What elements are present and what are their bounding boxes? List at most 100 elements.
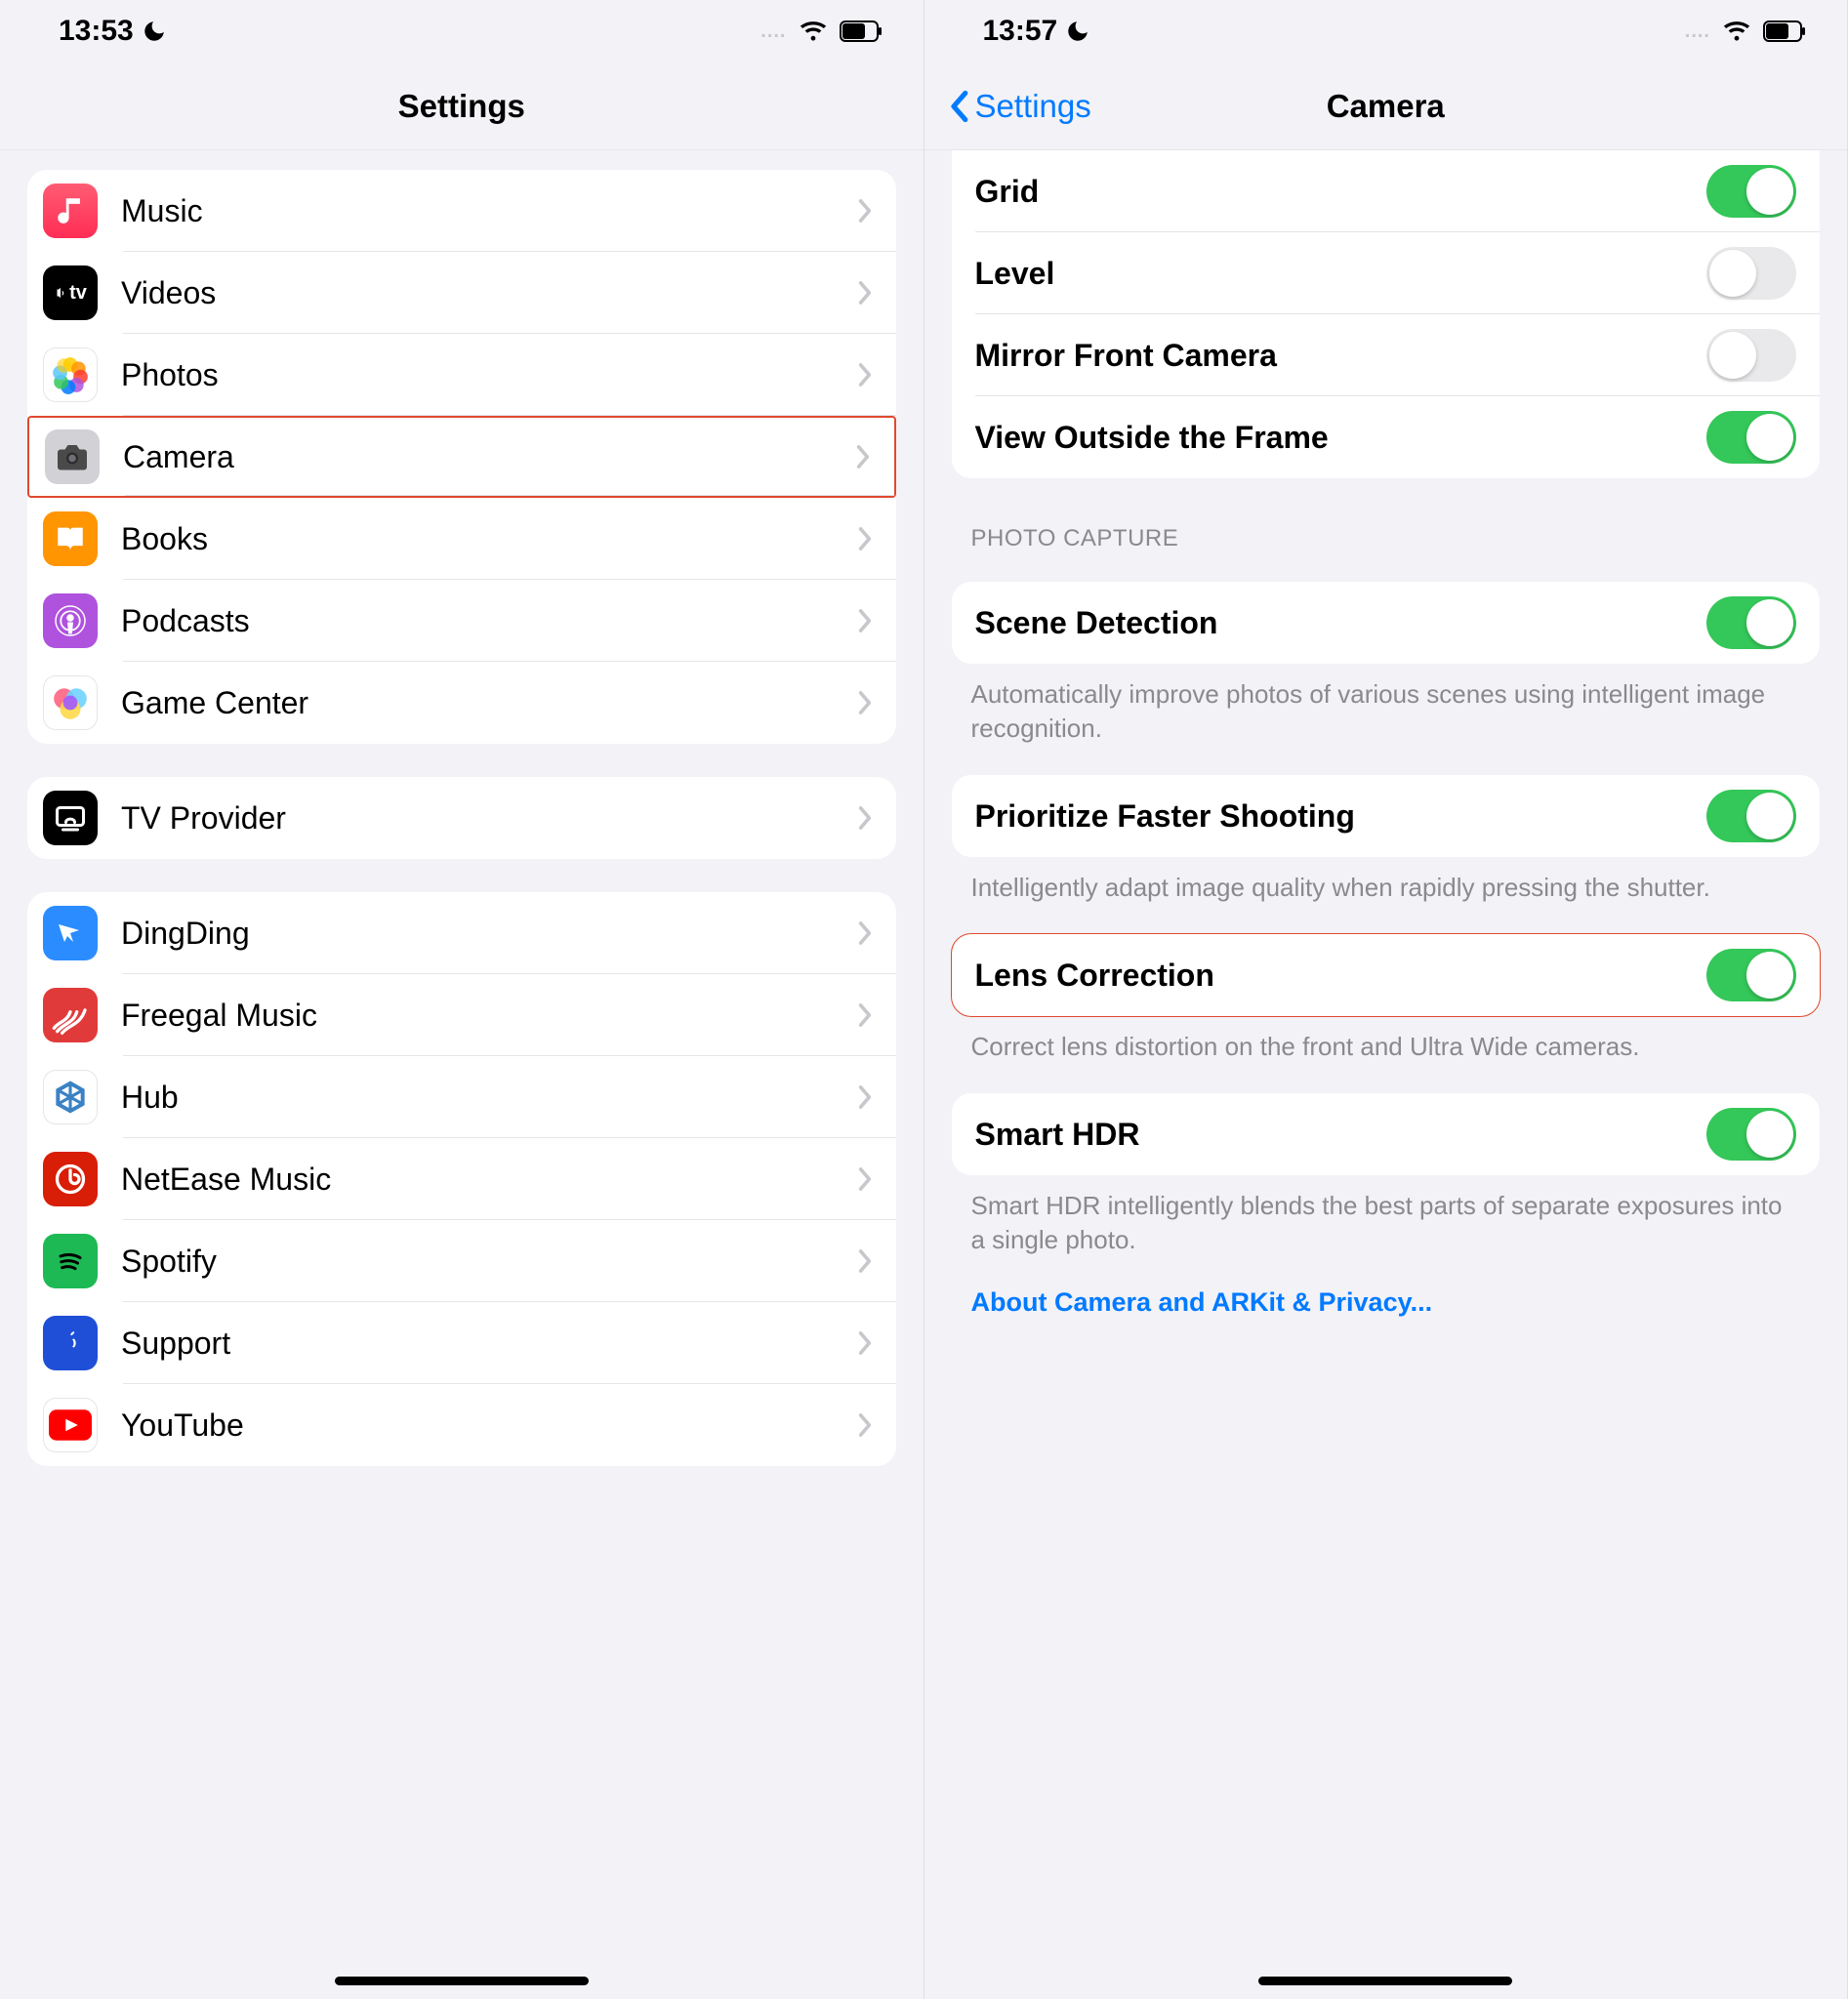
row-label: Camera xyxy=(123,439,855,475)
chevron-right-icon xyxy=(857,198,873,224)
books-icon xyxy=(43,511,98,566)
toggle-row-scene-detection: Scene Detection xyxy=(952,582,1821,664)
row-label: YouTube xyxy=(121,1407,857,1444)
nav-bar: Settings Camera xyxy=(924,62,1848,150)
back-label: Settings xyxy=(975,88,1091,125)
chevron-right-icon xyxy=(857,1166,873,1192)
chevron-right-icon xyxy=(857,526,873,551)
dingding-icon xyxy=(43,906,98,960)
music-icon xyxy=(43,184,98,238)
toggle-switch-smart-hdr[interactable] xyxy=(1706,1108,1796,1161)
freegal-icon xyxy=(43,988,98,1042)
toggle-row-mirror: Mirror Front Camera xyxy=(952,314,1821,396)
toggle-switch-view-outside[interactable] xyxy=(1706,411,1796,464)
toggle-row-prioritize-faster: Prioritize Faster Shooting xyxy=(952,775,1821,857)
chevron-right-icon xyxy=(857,608,873,633)
camera-group: Smart HDR xyxy=(952,1093,1821,1175)
toggle-switch-mirror[interactable] xyxy=(1706,329,1796,382)
camera-content: Grid Level Mirror Front Camera View Outside… xyxy=(924,150,1848,1999)
home-indicator xyxy=(335,1977,589,1985)
row-label: Books xyxy=(121,521,857,557)
status-time: 13:57 xyxy=(983,15,1058,48)
phone-right: 13:57 .... Settings Camera Grid Level Mirr… xyxy=(924,0,1848,1999)
settings-row-spotify[interactable]: Spotify xyxy=(27,1220,896,1302)
toggle-row-grid: Grid xyxy=(952,150,1821,232)
settings-row-dingding[interactable]: DingDing xyxy=(27,892,896,974)
camera-group: Grid Level Mirror Front Camera View Outside… xyxy=(952,150,1821,478)
settings-group: TV Provider xyxy=(27,777,896,859)
settings-row-hub[interactable]: Hub xyxy=(27,1056,896,1138)
camera-group: Lens Correction xyxy=(952,934,1821,1016)
spotify-icon xyxy=(43,1234,98,1288)
settings-row-podcasts[interactable]: Podcasts xyxy=(27,580,896,662)
toggle-switch-scene-detection[interactable] xyxy=(1706,596,1796,649)
hub-icon xyxy=(43,1070,98,1124)
phone-left: 13:53 .... Settings Music tvVideos Photos C… xyxy=(0,0,924,1999)
nav-title: Settings xyxy=(398,88,525,125)
toggle-label: Lens Correction xyxy=(975,958,1707,994)
photos-icon xyxy=(43,347,98,402)
back-button[interactable]: Settings xyxy=(948,88,1091,125)
row-label: Spotify xyxy=(121,1244,857,1280)
podcasts-icon xyxy=(43,593,98,648)
chevron-right-icon xyxy=(857,1084,873,1110)
toggle-label: Prioritize Faster Shooting xyxy=(975,798,1707,835)
settings-group: DingDing Freegal Music Hub NetEase Music Spo… xyxy=(27,892,896,1466)
toggle-row-level: Level xyxy=(952,232,1821,314)
camera-icon xyxy=(45,429,100,484)
status-time: 13:53 xyxy=(59,15,134,48)
toggle-switch-lens-correction[interactable] xyxy=(1706,949,1796,1001)
settings-row-books[interactable]: Books xyxy=(27,498,896,580)
chevron-right-icon xyxy=(857,1002,873,1028)
nav-title: Camera xyxy=(1327,88,1445,125)
battery-icon xyxy=(840,20,883,42)
section-footer: Intelligently adapt image quality when r… xyxy=(924,857,1848,905)
privacy-link[interactable]: About Camera and ARKit & Privacy... xyxy=(924,1258,1848,1318)
toggle-row-smart-hdr: Smart HDR xyxy=(952,1093,1821,1175)
toggle-label: Smart HDR xyxy=(975,1117,1707,1153)
settings-row-youtube[interactable]: YouTube xyxy=(27,1384,896,1466)
wifi-icon xyxy=(799,20,828,43)
row-label: Hub xyxy=(121,1080,857,1116)
toggle-switch-grid[interactable] xyxy=(1706,165,1796,218)
battery-icon xyxy=(1763,20,1806,42)
toggle-label: View Outside the Frame xyxy=(975,420,1707,456)
settings-row-videos[interactable]: tvVideos xyxy=(27,252,896,334)
row-label: Photos xyxy=(121,357,857,393)
settings-row-music[interactable]: Music xyxy=(27,170,896,252)
row-label: Support xyxy=(121,1326,857,1362)
settings-row-freegal[interactable]: Freegal Music xyxy=(27,974,896,1056)
settings-row-camera[interactable]: Camera xyxy=(27,416,896,498)
settings-row-support[interactable]: Support xyxy=(27,1302,896,1384)
toggle-label: Level xyxy=(975,256,1707,292)
tvprovider-icon xyxy=(43,791,98,845)
toggle-label: Grid xyxy=(975,174,1707,210)
cellular-dots-icon: .... xyxy=(1685,20,1710,43)
toggle-label: Scene Detection xyxy=(975,605,1707,641)
wifi-icon xyxy=(1722,20,1751,43)
chevron-right-icon xyxy=(855,444,871,469)
settings-row-gamecenter[interactable]: Game Center xyxy=(27,662,896,744)
youtube-icon xyxy=(43,1398,98,1452)
dnd-moon-icon xyxy=(142,19,167,44)
row-label: Freegal Music xyxy=(121,998,857,1034)
row-label: Music xyxy=(121,193,857,229)
section-footer: Smart HDR intelligently blends the best … xyxy=(924,1175,1848,1257)
chevron-right-icon xyxy=(857,805,873,831)
toggle-row-lens-correction: Lens Correction xyxy=(952,934,1821,1016)
row-label: TV Provider xyxy=(121,800,857,836)
settings-row-tvprovider[interactable]: TV Provider xyxy=(27,777,896,859)
settings-row-netease[interactable]: NetEase Music xyxy=(27,1138,896,1220)
toggle-switch-level[interactable] xyxy=(1706,247,1796,300)
row-label: Videos xyxy=(121,275,857,311)
row-label: Game Center xyxy=(121,685,857,721)
netease-icon xyxy=(43,1152,98,1206)
settings-group: Music tvVideos Photos Camera Books Podcasts Ga… xyxy=(27,170,896,744)
status-bar: 13:53 .... xyxy=(0,0,924,62)
chevron-right-icon xyxy=(857,1412,873,1438)
cellular-dots-icon: .... xyxy=(760,20,786,43)
toggle-switch-prioritize-faster[interactable] xyxy=(1706,790,1796,842)
row-label: DingDing xyxy=(121,916,857,952)
settings-row-photos[interactable]: Photos xyxy=(27,334,896,416)
chevron-right-icon xyxy=(857,280,873,306)
